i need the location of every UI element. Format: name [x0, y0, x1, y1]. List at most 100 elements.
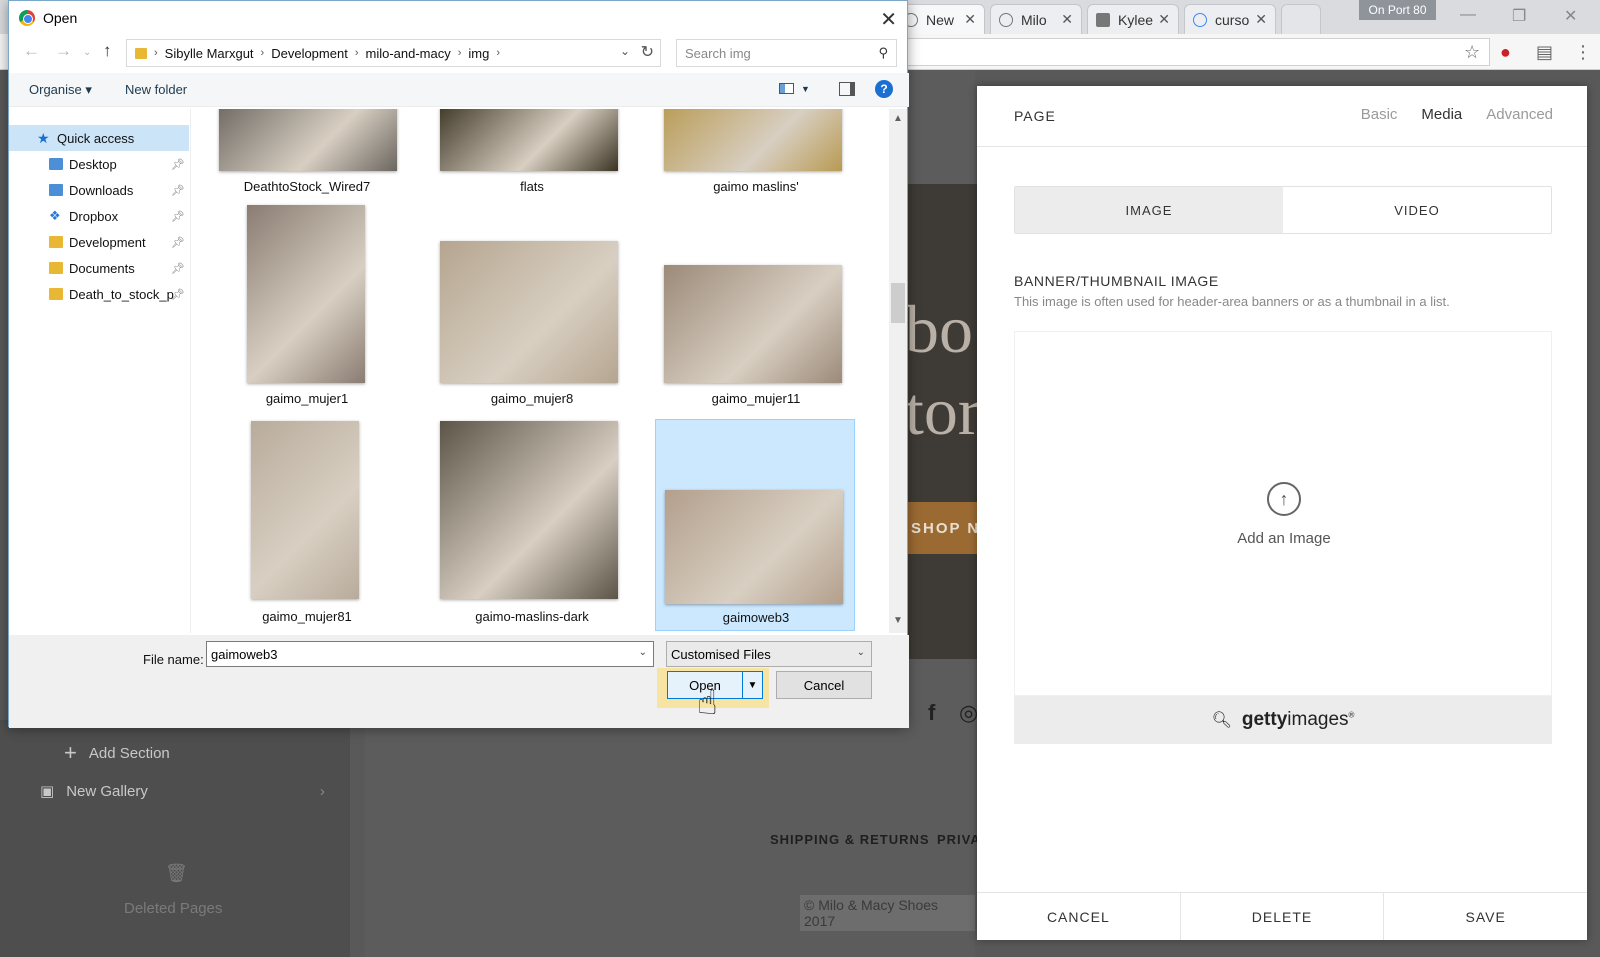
- forward-arrow-icon[interactable]: →: [55, 41, 72, 61]
- google-favicon-icon: [1193, 12, 1207, 27]
- video-type-button[interactable]: VIDEO: [1283, 187, 1551, 233]
- file-item[interactable]: gaimo_mujer1: [207, 203, 407, 411]
- nav-item-documents[interactable]: Documents 📌︎: [9, 255, 189, 281]
- new-gallery-item[interactable]: ▣ New Gallery ›: [40, 782, 325, 801]
- file-item[interactable]: gaimo maslins': [656, 109, 856, 199]
- file-grid-scrollbar[interactable]: ▲ ▼: [889, 109, 907, 633]
- scroll-up-icon[interactable]: ▲: [893, 113, 903, 124]
- minimize-icon[interactable]: —: [1460, 6, 1476, 24]
- extension-icon[interactable]: ▤: [1536, 42, 1553, 63]
- file-thumbnail: [219, 109, 397, 171]
- file-type-select[interactable]: Customised Files ⌄: [666, 641, 872, 667]
- browser-tab-curso[interactable]: curso ✕: [1184, 4, 1276, 34]
- tab-close-icon[interactable]: ✕: [1255, 11, 1267, 28]
- page-settings-panel: PAGE Basic Media Advanced IMAGE VIDEO BA…: [977, 86, 1587, 940]
- file-name: gaimoweb3: [722, 610, 790, 625]
- nav-item-downloads[interactable]: Downloads 📌︎: [9, 177, 189, 203]
- file-item[interactable]: gaimo-maslins-dark: [432, 421, 632, 629]
- add-section-button[interactable]: + Add Section: [64, 740, 170, 766]
- breadcrumb-segment[interactable]: Sibylle Marxgut: [165, 46, 254, 61]
- tab-close-icon[interactable]: ✕: [1158, 11, 1170, 28]
- file-item[interactable]: gaimo_mujer8: [432, 203, 632, 411]
- scrollbar-thumb[interactable]: [891, 283, 905, 323]
- path-breadcrumb[interactable]: › Sibylle Marxgut › Development › milo-a…: [126, 39, 661, 67]
- nav-item-desktop[interactable]: Desktop 📌︎: [9, 151, 189, 177]
- back-arrow-icon[interactable]: ←: [23, 41, 40, 61]
- cancel-button[interactable]: CANCEL: [977, 893, 1181, 940]
- tab-basic[interactable]: Basic: [1361, 106, 1398, 123]
- preview-pane-icon[interactable]: [839, 82, 855, 96]
- browser-tab-milo[interactable]: Milo ✕: [990, 4, 1082, 34]
- address-bar[interactable]: [890, 38, 1490, 66]
- scroll-down-icon[interactable]: ▼: [893, 615, 903, 626]
- trash-icon[interactable]: 🗑: [165, 863, 188, 884]
- deleted-pages-link[interactable]: Deleted Pages: [124, 900, 222, 917]
- pin-icon: 📌︎: [171, 236, 185, 249]
- nav-item-development[interactable]: Development 📌︎: [9, 229, 189, 255]
- breadcrumb-segment[interactable]: img: [468, 46, 489, 61]
- file-item[interactable]: gaimo_mujer11: [656, 203, 856, 411]
- nav-item-dropbox[interactable]: ❖ Dropbox 📌︎: [9, 203, 189, 229]
- window-close-icon[interactable]: ✕: [1564, 6, 1577, 26]
- copyright-text: © Milo & Macy Shoes 2017: [800, 895, 975, 931]
- breadcrumb-segment[interactable]: Development: [271, 46, 348, 61]
- refresh-icon[interactable]: ↻: [641, 42, 654, 62]
- nav-item-death-to-stock[interactable]: Death_to_stock_p 📌︎: [9, 281, 189, 307]
- search-input[interactable]: Search img ⚲: [676, 39, 897, 67]
- footer-link-privacy[interactable]: PRIVA: [937, 832, 981, 847]
- nav-item-label: Desktop: [69, 156, 117, 172]
- file-grid: DeathtoStock_Wired7 flats gaimo maslins'…: [192, 109, 885, 633]
- file-thumbnail: [440, 109, 618, 171]
- file-name: DeathtoStock_Wired7: [243, 179, 371, 194]
- instagram-icon[interactable]: ◎: [959, 700, 978, 726]
- file-thumbnail: [664, 109, 842, 171]
- tab-favicon-icon: [1096, 12, 1110, 27]
- new-tab-button[interactable]: [1281, 4, 1321, 34]
- new-folder-button[interactable]: New folder: [125, 82, 187, 97]
- new-gallery-label: New Gallery: [66, 782, 148, 800]
- nav-item-label: Dropbox: [69, 208, 119, 224]
- file-item-selected[interactable]: gaimoweb3: [655, 419, 855, 631]
- open-split-dropdown-icon[interactable]: ▼: [742, 672, 762, 698]
- browser-tab-kylee[interactable]: Kylee ✕: [1087, 4, 1179, 34]
- restore-icon[interactable]: ❐: [1512, 6, 1526, 26]
- chevron-down-icon[interactable]: ⌄: [639, 647, 647, 658]
- file-item[interactable]: DeathtoStock_Wired7: [207, 109, 407, 199]
- footer-link-shipping[interactable]: SHIPPING & RETURNS: [770, 832, 930, 847]
- facebook-icon[interactable]: f: [928, 700, 935, 726]
- save-button[interactable]: SAVE: [1384, 893, 1587, 940]
- dialog-cancel-button[interactable]: Cancel: [776, 671, 872, 699]
- view-options-icon[interactable]: [779, 83, 794, 94]
- file-item[interactable]: flats: [432, 109, 632, 199]
- dialog-close-icon[interactable]: ✕: [880, 7, 897, 32]
- organise-menu[interactable]: Organise ▾: [29, 82, 92, 98]
- tab-close-icon[interactable]: ✕: [964, 11, 976, 28]
- pinterest-icon[interactable]: ●: [1500, 42, 1511, 63]
- media-type-toggle: IMAGE VIDEO: [1014, 186, 1552, 234]
- image-type-button[interactable]: IMAGE: [1015, 187, 1283, 233]
- image-upload-area[interactable]: ↑ Add an Image: [1014, 331, 1552, 696]
- tab-favicon-icon: [999, 12, 1013, 27]
- up-arrow-icon[interactable]: ↑: [103, 41, 112, 61]
- file-thumbnail: [440, 241, 618, 383]
- file-name-input[interactable]: gaimoweb3 ⌄: [206, 641, 654, 667]
- tab-media[interactable]: Media: [1421, 106, 1462, 123]
- recent-dropdown-icon[interactable]: ⌄: [83, 47, 91, 58]
- help-icon[interactable]: ?: [875, 80, 893, 98]
- getty-images-button[interactable]: 🔍︎ gettyimages®: [1014, 696, 1552, 744]
- bookmark-star-icon[interactable]: ☆: [1464, 42, 1480, 63]
- chevron-down-icon[interactable]: ⌄: [620, 44, 630, 58]
- file-name: gaimo_mujer1: [265, 391, 349, 406]
- nav-item-quick-access[interactable]: ★ Quick access: [9, 125, 189, 151]
- tab-advanced[interactable]: Advanced: [1486, 106, 1553, 123]
- add-section-label: Add Section: [88, 744, 170, 762]
- shop-now-button[interactable]: SHOP NO: [905, 502, 985, 554]
- file-item[interactable]: gaimo_mujer81: [207, 421, 407, 629]
- menu-kebab-icon[interactable]: ⋮: [1574, 42, 1592, 63]
- breadcrumb-segment[interactable]: milo-and-macy: [366, 46, 451, 61]
- dialog-bottom-bar: File name: gaimoweb3 ⌄ Customised Files …: [9, 635, 909, 728]
- view-dropdown-icon[interactable]: ▼: [801, 84, 810, 94]
- delete-button[interactable]: DELETE: [1181, 893, 1385, 940]
- panel-tabs: Basic Media Advanced: [1361, 106, 1553, 123]
- tab-close-icon[interactable]: ✕: [1061, 11, 1073, 28]
